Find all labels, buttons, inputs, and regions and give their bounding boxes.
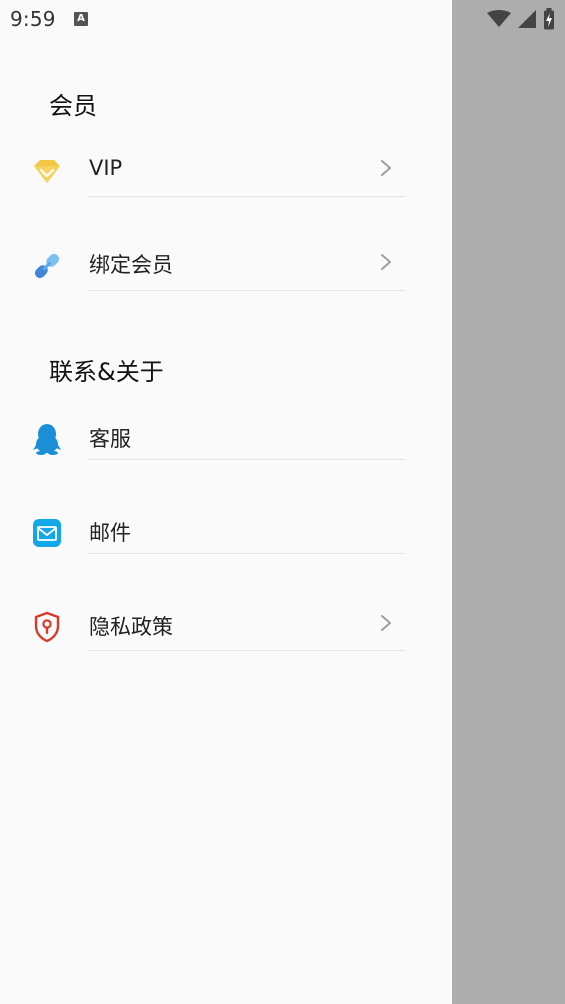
screen: 会员 VIP 绑定会员 联系&关于 客服 邮件 隐私政策 9:59 A	[0, 0, 565, 1004]
divider	[88, 196, 405, 197]
navigation-drawer: 会员 VIP 绑定会员 联系&关于 客服 邮件 隐私政策	[0, 0, 452, 1004]
cellular-signal-icon	[518, 10, 536, 28]
drawer-item-label: 客服	[89, 427, 131, 451]
drawer-item-bind-member[interactable]: 绑定会员	[0, 215, 452, 309]
drawer-item-vip[interactable]: VIP	[0, 121, 452, 215]
chevron-right-icon	[381, 615, 391, 631]
drawer-item-label: 隐私政策	[89, 615, 173, 639]
divider	[88, 553, 405, 554]
notification-icon: A	[74, 12, 88, 26]
battery-charging-icon	[544, 8, 554, 30]
wifi-icon	[487, 10, 511, 27]
section-title-contact-about: 联系&关于	[49, 358, 164, 386]
chevron-right-icon	[381, 160, 391, 176]
status-icons	[487, 8, 555, 30]
drawer-item-mail[interactable]: 邮件	[0, 484, 452, 578]
divider	[88, 459, 405, 460]
status-bar: 9:59 A	[0, 0, 565, 38]
status-time: 9:59	[10, 7, 56, 31]
qq-penguin-icon	[30, 422, 64, 456]
mail-icon	[30, 516, 64, 550]
section-title-membership: 会员	[49, 92, 97, 120]
drawer-item-customer-service[interactable]: 客服	[0, 390, 452, 484]
divider	[88, 290, 405, 291]
shield-lock-icon	[30, 610, 64, 644]
drawer-item-label: 绑定会员	[89, 253, 173, 277]
drawer-item-label: VIP	[89, 156, 123, 180]
diamond-icon	[30, 155, 64, 189]
link-icon	[30, 249, 64, 283]
drawer-item-privacy-policy[interactable]: 隐私政策	[0, 578, 452, 672]
drawer-scrim[interactable]	[452, 0, 565, 1004]
chevron-right-icon	[381, 254, 391, 270]
divider	[88, 650, 405, 651]
drawer-item-label: 邮件	[89, 521, 131, 545]
